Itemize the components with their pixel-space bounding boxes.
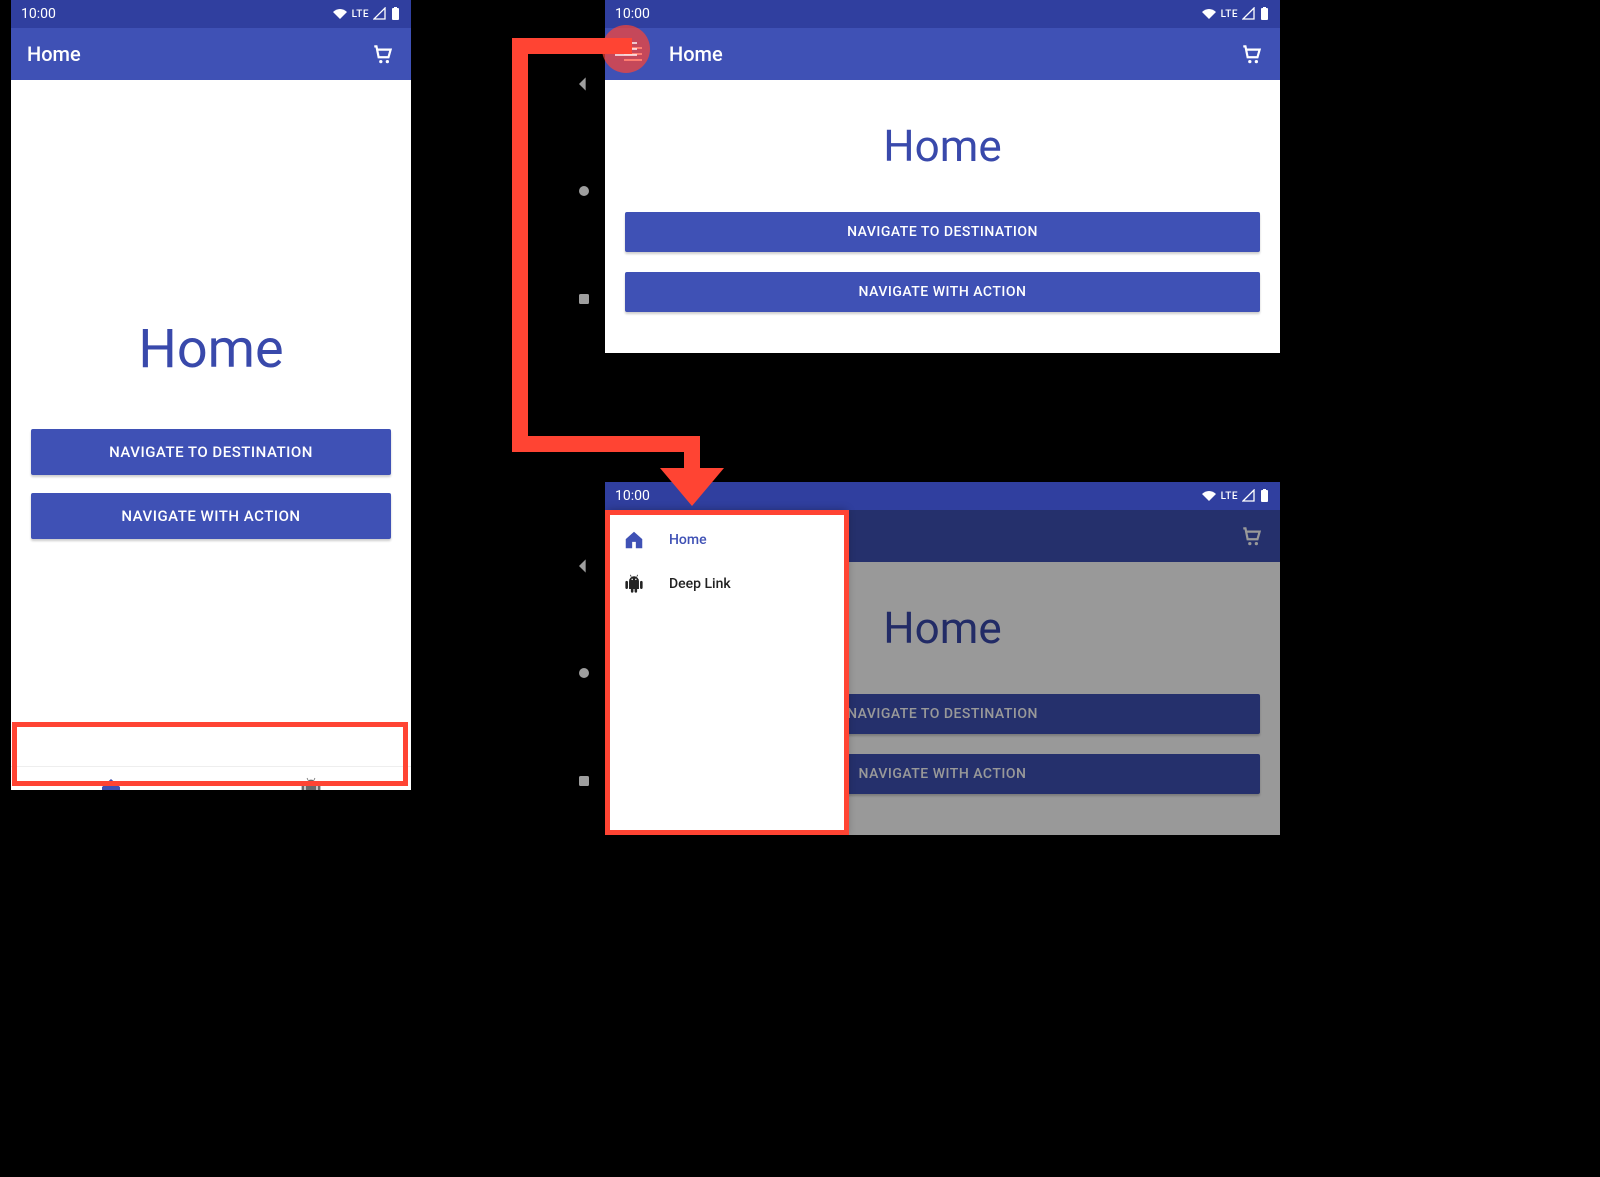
app-bar-title: Home — [27, 42, 347, 66]
cart-icon — [1240, 42, 1264, 66]
cart-button[interactable] — [371, 42, 395, 66]
tablet-landscape-device: 10:00 LTE Home Home NAVIGATE TO DESTINAT… — [605, 0, 1280, 353]
system-nav-bar-side — [563, 30, 605, 353]
status-bar: 10:00 LTE — [11, 0, 411, 28]
network-label: LTE — [352, 9, 369, 20]
back-icon[interactable] — [574, 556, 594, 576]
drawer-item-label: Deep Link — [669, 576, 731, 592]
network-label: LTE — [1221, 491, 1238, 502]
battery-icon — [1260, 489, 1270, 503]
menu-button[interactable] — [621, 42, 645, 66]
cart-icon — [371, 42, 395, 66]
network-label: LTE — [1221, 9, 1238, 20]
home-system-icon[interactable] — [574, 663, 594, 683]
page-heading: Home — [883, 120, 1001, 172]
drawer-item-deep-link[interactable]: Deep Link — [605, 562, 845, 606]
android-icon — [623, 573, 645, 595]
app-bar-title: Home — [669, 42, 1216, 66]
home-icon — [623, 529, 645, 551]
recents-icon[interactable] — [332, 800, 356, 824]
page-content: Home NAVIGATE TO DESTINATION NAVIGATE WI… — [605, 80, 1280, 353]
navigate-with-action-button[interactable]: NAVIGATE WITH ACTION — [31, 493, 391, 539]
status-bar: 10:00 LTE — [605, 482, 1280, 510]
app-bar: Home — [605, 28, 1280, 80]
navigate-with-action-button[interactable]: NAVIGATE WITH ACTION — [625, 272, 1260, 312]
status-bar: 10:00 LTE — [605, 0, 1280, 28]
drawer-item-label: Home — [669, 532, 707, 548]
signal-icon — [1242, 7, 1256, 21]
system-nav-bar — [11, 790, 411, 834]
wifi-icon — [1201, 489, 1217, 503]
signal-icon — [373, 7, 387, 21]
system-nav-bar-side — [563, 512, 605, 835]
navigate-to-destination-button[interactable]: NAVIGATE TO DESTINATION — [31, 429, 391, 475]
app-bar: Home — [11, 28, 411, 80]
page-heading: Home — [138, 318, 283, 381]
home-system-icon[interactable] — [199, 800, 223, 824]
recents-icon[interactable] — [574, 771, 594, 791]
status-time: 10:00 — [21, 6, 56, 22]
navigate-to-destination-button[interactable]: NAVIGATE TO DESTINATION — [625, 212, 1260, 252]
back-icon[interactable] — [574, 74, 594, 94]
battery-icon — [1260, 7, 1270, 21]
status-time: 10:00 — [615, 6, 650, 22]
tablet-landscape-device-drawer-open: 10:00 LTE Home Home NAVIGATE TO DESTINAT… — [605, 482, 1280, 835]
status-icons: LTE — [332, 7, 401, 21]
signal-icon — [1242, 489, 1256, 503]
wifi-icon — [1201, 7, 1217, 21]
cart-button[interactable] — [1240, 42, 1264, 66]
drawer-item-home[interactable]: Home — [605, 518, 845, 562]
status-icons: LTE — [1201, 489, 1270, 503]
back-icon[interactable] — [66, 800, 90, 824]
status-icons: LTE — [1201, 7, 1270, 21]
battery-icon — [391, 7, 401, 21]
wifi-icon — [332, 7, 348, 21]
home-system-icon[interactable] — [574, 181, 594, 201]
menu-icon — [621, 42, 645, 66]
page-content: Home NAVIGATE TO DESTINATION NAVIGATE WI… — [11, 80, 411, 766]
status-time: 10:00 — [615, 488, 650, 504]
navigation-drawer: Home Deep Link — [605, 510, 845, 835]
phone-portrait-device: 10:00 LTE Home Home NAVIGATE TO DESTINAT… — [11, 0, 411, 826]
recents-icon[interactable] — [574, 289, 594, 309]
